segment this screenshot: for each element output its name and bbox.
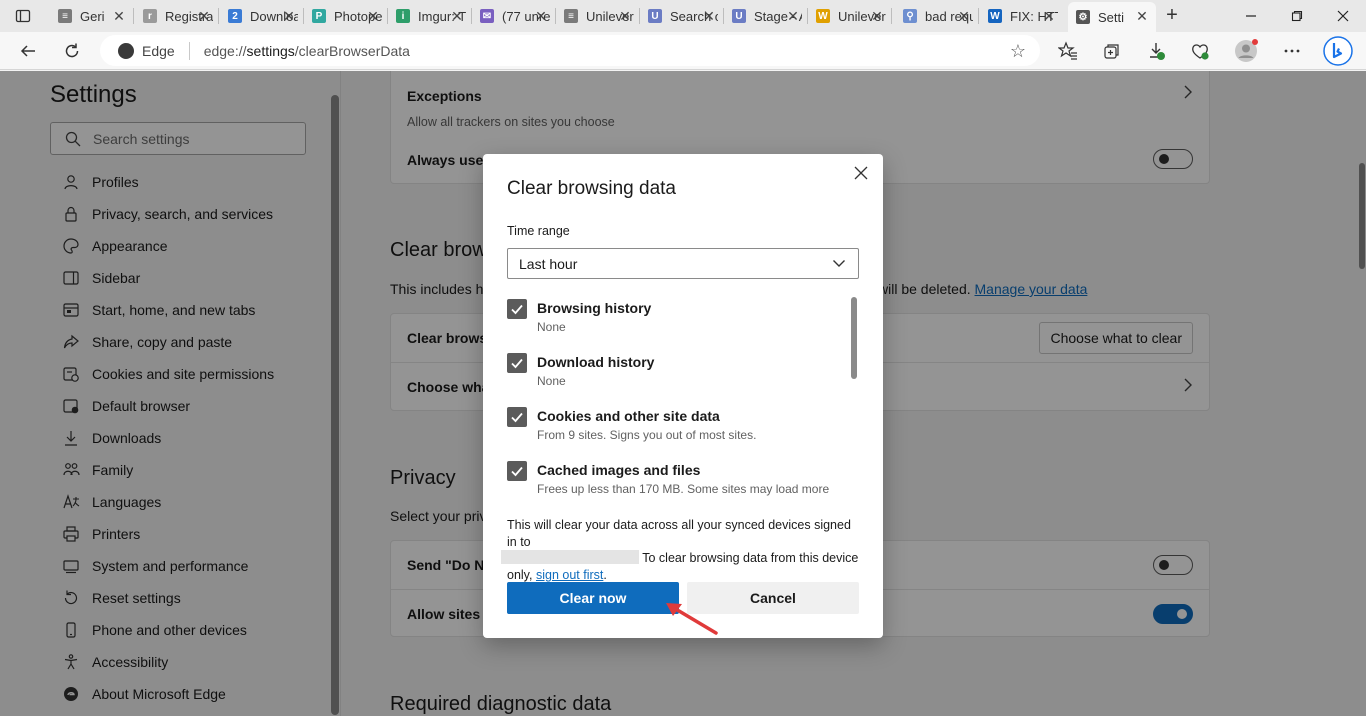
data-type-detail: Frees up less than 170 MB. Some sites ma… [537, 482, 830, 496]
bing-copilot-icon[interactable] [1322, 35, 1354, 67]
chevron-down-icon [832, 256, 846, 273]
time-range-select[interactable]: Last hour [507, 248, 859, 279]
data-type-label: Cookies and other site data [537, 408, 720, 424]
annotation-arrow-icon [666, 603, 718, 635]
browser-toolbar: Edge edge://settings/clearBrowserData ☆ [0, 32, 1366, 70]
tab-close-icon[interactable]: ✕ [785, 8, 801, 24]
restore-button[interactable] [1274, 0, 1320, 32]
data-type-list: Browsing history None Download history None… [507, 299, 847, 499]
tab-favicon-icon: W [988, 9, 1002, 23]
checkbox-checked-icon[interactable] [507, 461, 527, 481]
tab-close-icon[interactable]: ✕ [281, 8, 297, 24]
tab-favicon-icon: ⚲ [903, 9, 917, 23]
data-type-detail: None [537, 374, 566, 388]
refresh-button[interactable] [58, 37, 86, 65]
time-range-label: Time range [507, 224, 570, 238]
tab-close-icon[interactable]: ✕ [869, 8, 885, 24]
tab-favicon-icon: ⚙ [1076, 10, 1090, 24]
tab-close-icon[interactable]: ✕ [1041, 8, 1057, 24]
browser-tab[interactable]: 2 Downloa ✕ [220, 2, 303, 30]
tab-close-icon[interactable]: ✕ [111, 8, 127, 24]
browser-tab[interactable]: iImgur: Th✕ [388, 2, 471, 30]
minimize-button[interactable] [1228, 0, 1274, 32]
sign-out-first-link[interactable]: sign out first [536, 568, 603, 582]
tab-favicon-icon: ≡ [58, 9, 72, 23]
tab-separator [891, 8, 892, 24]
tab-close-icon[interactable]: ✕ [533, 8, 549, 24]
tab-favicon-icon: ✉ [480, 9, 494, 23]
tab-separator [133, 8, 134, 24]
tab-favicon-icon: i [396, 9, 410, 23]
back-button[interactable] [14, 37, 42, 65]
tab-favicon-icon: ≡ [564, 9, 578, 23]
tab-favicon-icon: P [312, 9, 326, 23]
data-type-scrollbar[interactable] [851, 297, 857, 379]
data-type-option[interactable]: Cached images and files Frees up less tha… [507, 461, 847, 499]
browser-tab[interactable]: P Photope ✕ [304, 2, 387, 30]
address-brand: Edge [142, 42, 175, 59]
browser-tab[interactable]: ⚙ Setti ✕ [1068, 2, 1156, 32]
browser-tab[interactable]: ≡ Geri ✕ [50, 2, 133, 30]
data-type-detail: From 9 sites. Signs you out of most site… [537, 428, 757, 442]
browser-tab[interactable]: r Registrat ✕ [135, 2, 218, 30]
browser-tab[interactable]: WFIX: HTTP✕ [980, 2, 1063, 30]
tab-favicon-icon: U [648, 9, 662, 23]
data-type-detail: None [537, 320, 566, 334]
tab-close-icon[interactable]: ✕ [1134, 8, 1150, 24]
tab-close-icon[interactable]: ✕ [365, 8, 381, 24]
data-type-option[interactable]: Cookies and other site data From 9 sites.… [507, 407, 847, 461]
downloads-icon[interactable] [1142, 37, 1170, 65]
browser-tab[interactable]: ✉ (77 unre ✕ [472, 2, 555, 30]
dialog-title: Clear browsing data [507, 178, 676, 199]
checkbox-checked-icon[interactable] [507, 407, 527, 427]
data-type-option[interactable]: Download history None [507, 353, 847, 407]
tab-separator [978, 8, 979, 24]
tab-favicon-icon: 2 [228, 9, 242, 23]
tab-close-icon[interactable]: ✕ [701, 8, 717, 24]
favorite-star-icon[interactable]: ☆ [1010, 41, 1026, 62]
tab-actions-icon[interactable] [8, 4, 38, 28]
browser-tab[interactable]: W Unilever ✕ [808, 2, 891, 30]
edge-logo-icon [118, 42, 134, 59]
tab-separator [218, 8, 219, 24]
data-type-option[interactable]: Browsing history None [507, 299, 847, 353]
browser-tab[interactable]: ≡ Unilever ✕ [556, 2, 639, 30]
clear-now-button[interactable]: Clear now [507, 582, 679, 614]
new-tab-button[interactable]: + [1160, 4, 1184, 28]
data-type-label: Browsing history [537, 300, 652, 316]
address-bar[interactable]: Edge edge://settings/clearBrowserData ☆ [100, 35, 1040, 66]
redacted-account [501, 550, 639, 564]
checkbox-checked-icon[interactable] [507, 299, 527, 319]
browser-tab[interactable]: UStage - A✕ [724, 2, 807, 30]
more-menu-icon[interactable] [1278, 37, 1306, 65]
tab-favicon-icon: U [732, 9, 746, 23]
sync-note: This will clear your data across all you… [501, 517, 859, 583]
tab-close-icon[interactable]: ✕ [956, 8, 972, 24]
tab-close-icon[interactable]: ✕ [617, 8, 633, 24]
data-type-label: Download history [537, 354, 655, 370]
tab-favicon-icon: r [143, 9, 157, 23]
checkbox-checked-icon[interactable] [507, 353, 527, 373]
address-url: edge://settings/clearBrowserData [203, 42, 410, 59]
close-window-button[interactable] [1320, 0, 1366, 32]
browser-tab[interactable]: ⚲ bad requ ✕ [895, 2, 978, 30]
tab-strip: ≡ Geri ✕ r Registrat ✕ 2 Downloa ✕ P Photope ✕ i Imgu… [0, 0, 1366, 32]
tab-close-icon[interactable]: ✕ [449, 8, 465, 24]
tab-close-icon[interactable]: ✕ [196, 8, 212, 24]
tab-title: Geri [80, 8, 105, 24]
browser-tab[interactable]: U Search o ✕ [640, 2, 723, 30]
profile-avatar[interactable] [1232, 37, 1260, 65]
close-dialog-icon[interactable] [851, 164, 871, 184]
collections-icon[interactable] [1098, 37, 1126, 65]
clear-browsing-dialog: Clear browsing data Time range Last hour… [483, 154, 883, 638]
tab-title: Setti [1098, 9, 1125, 25]
favorites-icon[interactable] [1054, 37, 1082, 65]
tab-favicon-icon: W [816, 9, 830, 23]
address-divider [188, 41, 190, 60]
data-type-label: Cached images and files [537, 462, 701, 478]
performance-icon[interactable] [1186, 37, 1214, 65]
time-range-value: Last hour [519, 255, 578, 272]
